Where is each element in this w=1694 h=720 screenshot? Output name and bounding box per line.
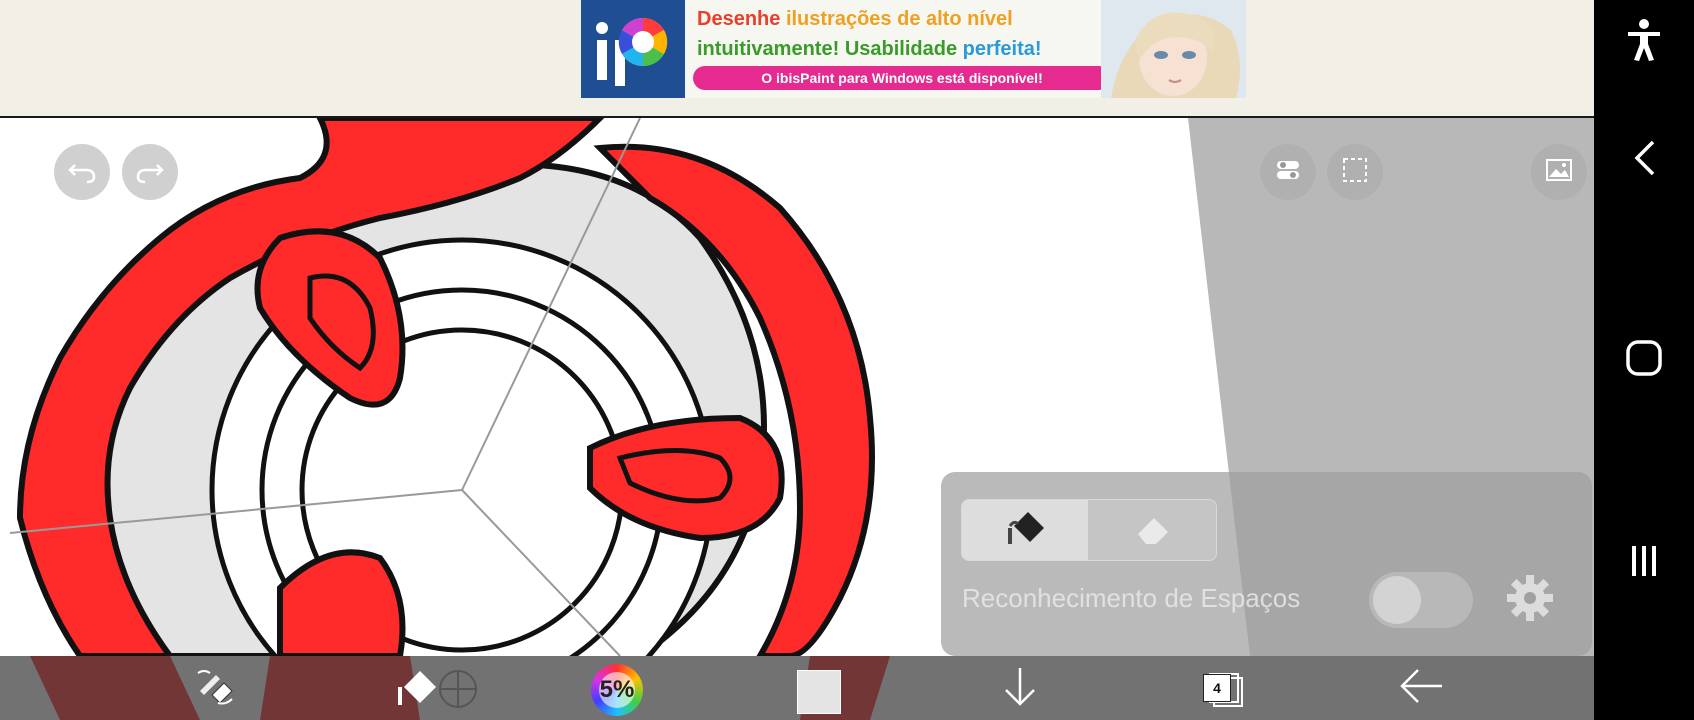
gap-recognition-label: Reconhecimento de Espaços <box>962 583 1301 613</box>
recents-icon <box>1624 540 1664 585</box>
ibispaint-app: Desenhe ilustrações de alto nível intuit… <box>0 0 1694 720</box>
home-icon <box>1624 338 1664 383</box>
brush-opacity-button[interactable]: 5% <box>591 664 643 716</box>
color-swatch-button[interactable] <box>797 670 841 714</box>
ad-headline-2-a: intuitivamente! <box>697 38 840 60</box>
redo-button[interactable] <box>122 144 178 200</box>
fill-tool-button[interactable] <box>394 660 490 716</box>
move-layer-down-button[interactable] <box>990 660 1050 716</box>
toggle-knob <box>1373 576 1421 624</box>
image-icon <box>1544 155 1574 190</box>
layers-count: 4 <box>1203 674 1231 702</box>
paint-bucket-icon <box>1000 508 1050 553</box>
ad-headline-1-b: ilustrações de alto nível <box>785 8 1013 30</box>
material-icon <box>1273 155 1303 190</box>
erase-mode-button[interactable] <box>1090 500 1216 560</box>
ad-headline-1-a: Desenhe <box>697 8 781 30</box>
fill-mode-selector <box>961 499 1217 561</box>
back-button[interactable] <box>1392 660 1452 716</box>
chevron-left-icon <box>1629 138 1659 183</box>
arrow-down-icon <box>1000 664 1040 713</box>
undo-icon <box>67 155 97 190</box>
drawing-canvas[interactable]: Reconhecimento de Espaços <box>0 118 1594 656</box>
system-recents-button[interactable] <box>1616 534 1672 590</box>
selection-icon <box>1340 155 1370 190</box>
material-button[interactable] <box>1260 144 1316 200</box>
pen-eraser-swap-icon <box>190 665 238 712</box>
brush-opacity-value: 5% <box>599 676 635 703</box>
ad-banner[interactable]: Desenhe ilustrações de alto nível intuit… <box>581 0 1246 98</box>
gear-icon <box>1504 572 1556 629</box>
accessibility-button[interactable] <box>1616 14 1672 70</box>
gap-recognition-toggle[interactable] <box>1369 572 1473 628</box>
ad-headline-2-b: Usabilidade <box>844 38 958 60</box>
tool-selection-button[interactable] <box>184 660 244 716</box>
ad-headline-1: Desenhe ilustrações de alto nível <box>697 8 1013 31</box>
ad-character-illustration <box>1101 0 1246 98</box>
eraser-icon <box>1128 508 1178 553</box>
undo-button[interactable] <box>54 144 110 200</box>
fill-settings-button[interactable] <box>1502 572 1558 628</box>
fill-target-icon <box>394 663 490 714</box>
fill-tool-panel: Reconhecimento de Espaços <box>941 472 1592 656</box>
ad-headline-2-c: perfeita! <box>962 38 1042 60</box>
ad-pill-text: O ibisPaint para Windows está disponível… <box>693 66 1111 90</box>
accessibility-icon <box>1624 18 1664 67</box>
system-back-button[interactable] <box>1616 132 1672 188</box>
selection-button[interactable] <box>1327 144 1383 200</box>
fill-mode-button[interactable] <box>962 500 1088 560</box>
ad-area: Desenhe ilustrações de alto nível intuit… <box>0 0 1594 118</box>
system-navigation-bar <box>1594 0 1694 720</box>
ad-headline-2: intuitivamente! Usabilidade perfeita! <box>697 38 1042 61</box>
redo-icon <box>135 155 165 190</box>
ibispaint-logo <box>581 0 685 98</box>
arrow-left-icon <box>1398 666 1446 711</box>
reference-button[interactable] <box>1531 144 1587 200</box>
system-home-button[interactable] <box>1616 332 1672 388</box>
